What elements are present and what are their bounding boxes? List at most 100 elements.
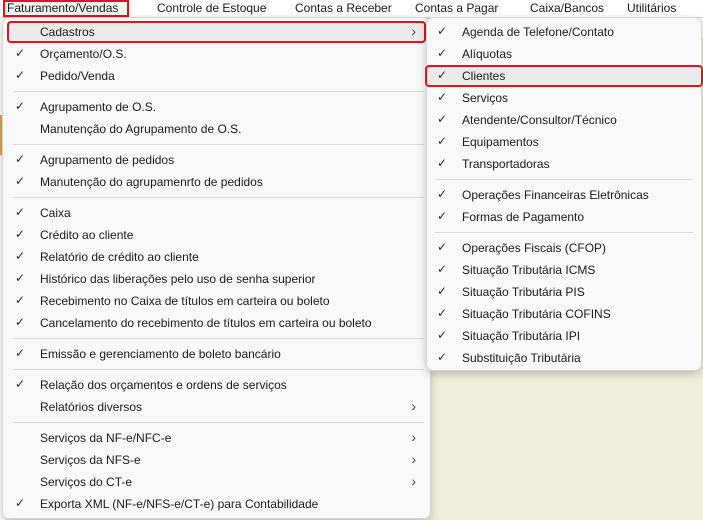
check-icon: ✓ [15, 227, 26, 241]
menu-item-label: Crédito ao cliente [40, 228, 134, 242]
menu-item-emissao-boleto[interactable]: ✓ Emissão e gerenciamento de boleto banc… [7, 343, 426, 365]
menu-item-label: Relatórios diversos [40, 400, 143, 414]
check-icon: ✓ [15, 249, 26, 263]
menu-item-cadastros[interactable]: Cadastros › [7, 21, 426, 43]
menu-item-label: Caixa [40, 206, 71, 220]
check-icon: ✓ [437, 187, 448, 201]
check-icon: ✓ [15, 46, 26, 60]
submenu-item-label: Situação Tributária IPI [462, 329, 581, 343]
check-icon: ✓ [15, 271, 26, 285]
menu-item-credito-cliente[interactable]: ✓ Crédito ao cliente [7, 224, 426, 246]
submenu-item-label: Agenda de Telefone/Contato [462, 25, 614, 39]
menu-item-label: Relação dos orçamentos e ordens de servi… [40, 378, 287, 392]
submenu-item-servicos[interactable]: ✓ Serviços [429, 87, 699, 109]
submenu-item-transportadoras[interactable]: ✓ Transportadoras [429, 153, 699, 175]
submenu-item-label: Situação Tributária PIS [462, 285, 585, 299]
submenu-item-cofins[interactable]: ✓ Situação Tributária COFINS [429, 303, 699, 325]
menu-item-exporta-xml[interactable]: ✓ Exporta XML (NF-e/NFS-e/CT-e) para Con… [7, 493, 426, 515]
menubar-contas-receber[interactable]: Contas a Receber [295, 0, 392, 17]
submenu-item-label: Situação Tributária ICMS [462, 263, 596, 277]
check-icon: ✓ [437, 328, 448, 342]
menu-separator [13, 91, 424, 92]
menu-item-manutencao-agrupamento-pedidos[interactable]: ✓ Manutenção do agrupamenrto de pedidos [7, 171, 426, 193]
menu-item-label: Emissão e gerenciamento de boleto bancár… [40, 347, 281, 361]
check-icon: ✓ [437, 24, 448, 38]
menu-item-label: Cancelamento do recebimento de títulos e… [40, 316, 372, 330]
chevron-right-icon: › [411, 451, 416, 467]
menu-separator [435, 179, 693, 180]
submenu-item-label: Equipamentos [462, 135, 539, 149]
chevron-right-icon: › [411, 473, 416, 489]
menu-separator [13, 369, 424, 370]
cadastros-submenu: ✓ Agenda de Telefone/Contato ✓ Alíquotas… [425, 17, 703, 371]
menu-item-pedido-venda[interactable]: ✓ Pedido/Venda [7, 65, 426, 87]
menu-item-servicos-nfe[interactable]: Serviços da NF-e/NFC-e › [7, 427, 426, 449]
submenu-item-substituicao-tributaria[interactable]: ✓ Substituição Tributária [429, 347, 699, 369]
chevron-right-icon: › [411, 398, 416, 414]
menubar-contas-pagar[interactable]: Contas a Pagar [415, 0, 498, 17]
menu-item-label: Serviços do CT-e [40, 475, 133, 489]
menu-item-recebimento-caixa[interactable]: ✓ Recebimento no Caixa de títulos em car… [7, 290, 426, 312]
menu-item-historico-liberacoes[interactable]: ✓ Histórico das liberações pelo uso de s… [7, 268, 426, 290]
submenu-item-icms[interactable]: ✓ Situação Tributária ICMS [429, 259, 699, 281]
menu-item-agrupamento-pedidos[interactable]: ✓ Agrupamento de pedidos [7, 149, 426, 171]
check-icon: ✓ [15, 315, 26, 329]
menu-item-orcamento-os[interactable]: ✓ Orçamento/O.S. [7, 43, 426, 65]
submenu-item-atendente[interactable]: ✓ Atendente/Consultor/Técnico [429, 109, 699, 131]
submenu-item-label: Serviços [462, 91, 509, 105]
submenu-item-agenda-telefone[interactable]: ✓ Agenda de Telefone/Contato [429, 21, 699, 43]
check-icon: ✓ [15, 293, 26, 307]
menu-item-label: Cadastros [40, 25, 95, 39]
submenu-item-pis[interactable]: ✓ Situação Tributária PIS [429, 281, 699, 303]
check-icon: ✓ [437, 350, 448, 364]
menu-item-label: Manutenção do Agrupamento de O.S. [40, 122, 242, 136]
check-icon: ✓ [437, 284, 448, 298]
menu-item-label: Agrupamento de O.S. [40, 100, 157, 114]
submenu-item-ipi[interactable]: ✓ Situação Tributária IPI [429, 325, 699, 347]
menubar-controle-estoque[interactable]: Controle de Estoque [157, 0, 266, 17]
menu-item-relatorio-credito-cliente[interactable]: ✓ Relatório de crédito ao cliente [7, 246, 426, 268]
check-icon: ✓ [15, 174, 26, 188]
menu-item-label: Manutenção do agrupamenrto de pedidos [40, 175, 263, 189]
submenu-item-label: Alíquotas [462, 47, 513, 61]
menu-item-manutencao-agrupamento-os[interactable]: Manutenção do Agrupamento de O.S. [7, 118, 426, 140]
check-icon: ✓ [15, 496, 26, 510]
menu-separator [13, 197, 424, 198]
check-icon: ✓ [15, 152, 26, 166]
menu-item-relacao-orcamentos[interactable]: ✓ Relação dos orçamentos e ordens de ser… [7, 374, 426, 396]
menu-item-cancelamento-recebimento[interactable]: ✓ Cancelamento do recebimento de títulos… [7, 312, 426, 334]
menu-separator [435, 232, 693, 233]
menu-item-servicos-cte[interactable]: Serviços do CT-e › [7, 471, 426, 493]
check-icon: ✓ [15, 68, 26, 82]
check-icon: ✓ [437, 156, 448, 170]
submenu-item-clientes[interactable]: ✓ Clientes [425, 65, 703, 87]
submenu-item-label: Atendente/Consultor/Técnico [462, 113, 617, 127]
check-icon: ✓ [437, 68, 448, 82]
chevron-right-icon: › [411, 23, 416, 39]
menubar-caixa-bancos[interactable]: Caixa/Bancos [530, 0, 604, 17]
check-icon: ✓ [15, 205, 26, 219]
menu-item-label: Exporta XML (NF-e/NFS-e/CT-e) para Conta… [40, 497, 319, 511]
check-icon: ✓ [437, 112, 448, 126]
submenu-item-equipamentos[interactable]: ✓ Equipamentos [429, 131, 699, 153]
menu-separator [13, 144, 424, 145]
check-icon: ✓ [437, 262, 448, 276]
menu-item-agrupamento-os[interactable]: ✓ Agrupamento de O.S. [7, 96, 426, 118]
faturamento-vendas-menu: Cadastros › ✓ Orçamento/O.S. ✓ Pedido/Ve… [2, 17, 431, 519]
menu-item-caixa[interactable]: ✓ Caixa [7, 202, 426, 224]
menubar-utilitarios[interactable]: Utilitários [627, 0, 676, 17]
menubar-faturamento-vendas[interactable]: Faturamento/Vendas [3, 0, 129, 17]
menu-item-relatorios-diversos[interactable]: Relatórios diversos › [7, 396, 426, 418]
submenu-item-aliquotas[interactable]: ✓ Alíquotas [429, 43, 699, 65]
submenu-item-label: Formas de Pagamento [462, 210, 585, 224]
menu-item-servicos-nfse[interactable]: Serviços da NFS-e › [7, 449, 426, 471]
check-icon: ✓ [15, 99, 26, 113]
check-icon: ✓ [15, 346, 26, 360]
check-icon: ✓ [437, 134, 448, 148]
menu-separator [13, 338, 424, 339]
submenu-item-formas-pagamento[interactable]: ✓ Formas de Pagamento [429, 206, 699, 228]
submenu-item-operacoes-financeiras[interactable]: ✓ Operações Financeiras Eletrônicas [429, 184, 699, 206]
check-icon: ✓ [437, 209, 448, 223]
menu-item-label: Orçamento/O.S. [40, 47, 127, 61]
submenu-item-cfop[interactable]: ✓ Operações Fiscais (CFOP) [429, 237, 699, 259]
